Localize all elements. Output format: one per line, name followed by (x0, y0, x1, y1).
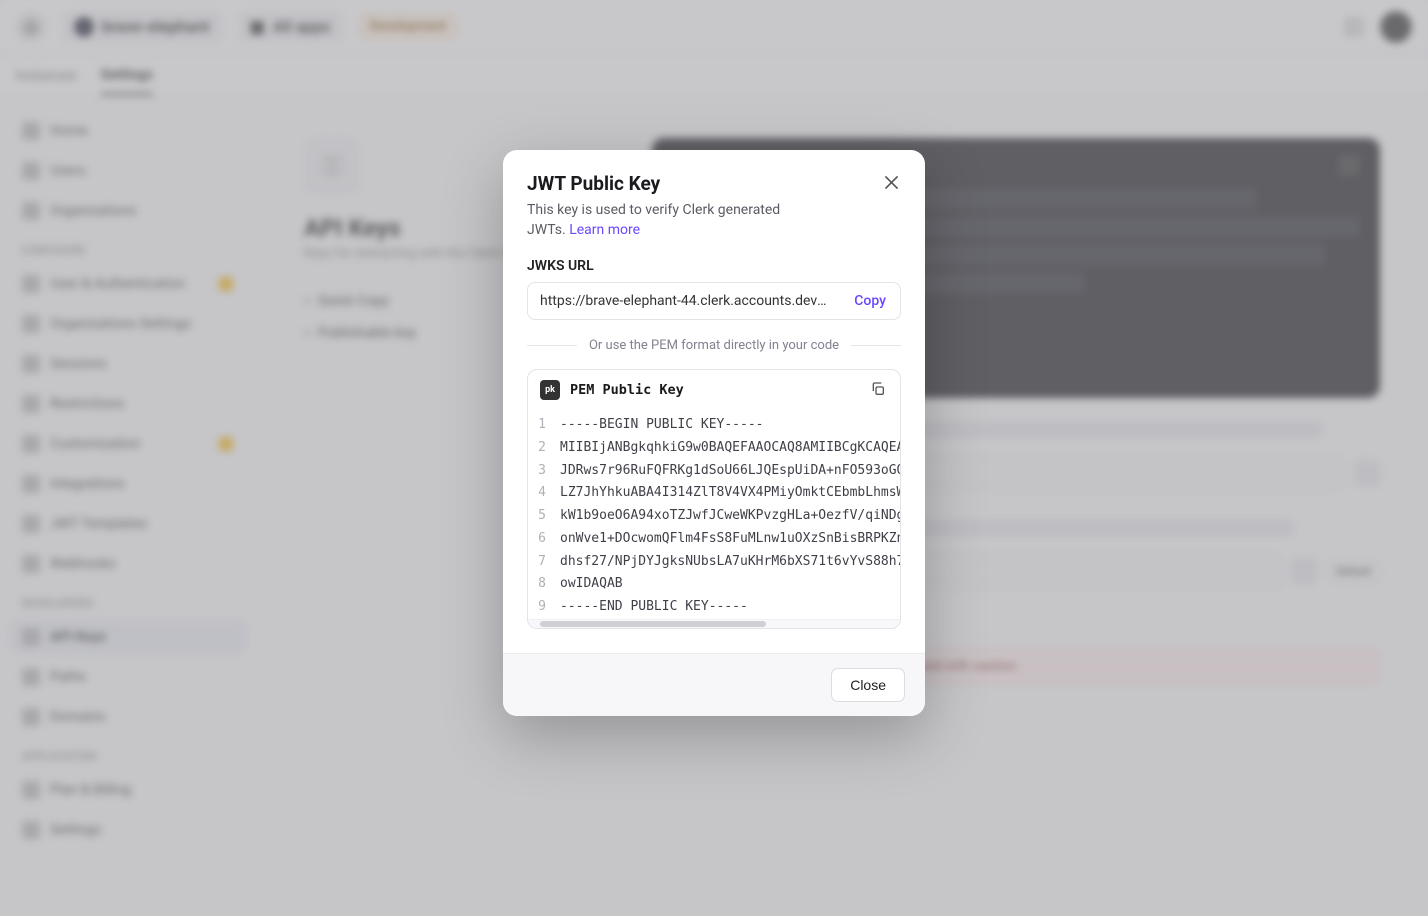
line-number: 3 (528, 460, 560, 483)
code-line: 1-----BEGIN PUBLIC KEY----- (528, 414, 900, 437)
code-line: 8owIDAQAB (528, 573, 900, 596)
copy-pem-button[interactable] (870, 381, 888, 399)
scrollbar-thumb[interactable] (540, 621, 766, 627)
code-line: 9-----END PUBLIC KEY----- (528, 596, 900, 619)
code-line: 5kW1b9oeO6A94xoTZJwfJCweWKPvzgHLa+OezfV/… (528, 505, 900, 528)
line-number: 8 (528, 573, 560, 596)
line-content: MIIBIjANBgkqhkiG9w0BAQEFAAOCAQ8AMIIBCgKC… (560, 437, 900, 460)
jwks-url-field: https://brave-elephant-44.clerk.accounts… (527, 282, 901, 320)
line-number: 4 (528, 482, 560, 505)
line-number: 9 (528, 596, 560, 619)
modal-title: JWT Public Key (527, 172, 660, 195)
line-number: 2 (528, 437, 560, 460)
divider-text: Or use the PEM format directly in your c… (589, 338, 839, 353)
line-content: JDRws7r96RuFQFRKg1dSoU66LJQEspUiDA+nFO59… (560, 460, 900, 483)
jwt-public-key-modal: JWT Public Key This key is used to verif… (503, 150, 925, 716)
code-block-body[interactable]: 1-----BEGIN PUBLIC KEY-----2MIIBIjANBgkq… (528, 410, 900, 619)
jwks-url-label: JWKS URL (527, 258, 901, 274)
code-line: 7dhsf27/NPjDYJgksNUbsLA7uKHrM6bXS71t6vYv… (528, 551, 900, 574)
modal-overlay[interactable]: JWT Public Key This key is used to verif… (0, 0, 1428, 916)
modal-description: This key is used to verify Clerk generat… (527, 201, 807, 240)
line-content: owIDAQAB (560, 573, 639, 596)
close-button[interactable]: Close (831, 668, 905, 702)
line-content: -----END PUBLIC KEY----- (560, 596, 764, 619)
line-content: LZ7JhYhkuABA4I314ZlT8V4VX4PMiyOmktCEbmbL… (560, 482, 900, 505)
code-line: 3JDRws7r96RuFQFRKg1dSoU66LJQEspUiDA+nFO5… (528, 460, 900, 483)
jwks-url-value[interactable]: https://brave-elephant-44.clerk.accounts… (528, 293, 840, 309)
modal-footer: Close (503, 653, 925, 716)
line-number: 6 (528, 528, 560, 551)
code-language-icon: pk (540, 380, 560, 400)
close-icon[interactable] (881, 172, 901, 192)
copy-jwks-button[interactable]: Copy (840, 293, 900, 309)
code-block-title: PEM Public Key (570, 382, 684, 398)
learn-more-link[interactable]: Learn more (569, 222, 640, 238)
line-content: dhsf27/NPjDYJgksNUbsLA7uKHrM6bXS71t6vYvS… (560, 551, 900, 574)
line-content: -----BEGIN PUBLIC KEY----- (560, 414, 780, 437)
code-line: 6onWve1+DOcwomQFlm4FsS8FuMLnw1uOXzSnBisB… (528, 528, 900, 551)
line-number: 7 (528, 551, 560, 574)
line-number: 5 (528, 505, 560, 528)
modal-desc-text: This key is used to verify Clerk generat… (527, 202, 780, 238)
code-line: 2MIIBIjANBgkqhkiG9w0BAQEFAAOCAQ8AMIIBCgK… (528, 437, 900, 460)
horizontal-scrollbar[interactable] (528, 619, 900, 628)
divider: Or use the PEM format directly in your c… (527, 338, 901, 353)
code-line: 4LZ7JhYhkuABA4I314ZlT8V4VX4PMiyOmktCEbmb… (528, 482, 900, 505)
pem-code-block: pk PEM Public Key 1-----BEGIN PUBLIC KEY… (527, 369, 901, 629)
line-number: 1 (528, 414, 560, 437)
line-content: onWve1+DOcwomQFlm4FsS8FuMLnw1uOXzSnBisBR… (560, 528, 900, 551)
line-content: kW1b9oeO6A94xoTZJwfJCweWKPvzgHLa+OezfV/q… (560, 505, 900, 528)
